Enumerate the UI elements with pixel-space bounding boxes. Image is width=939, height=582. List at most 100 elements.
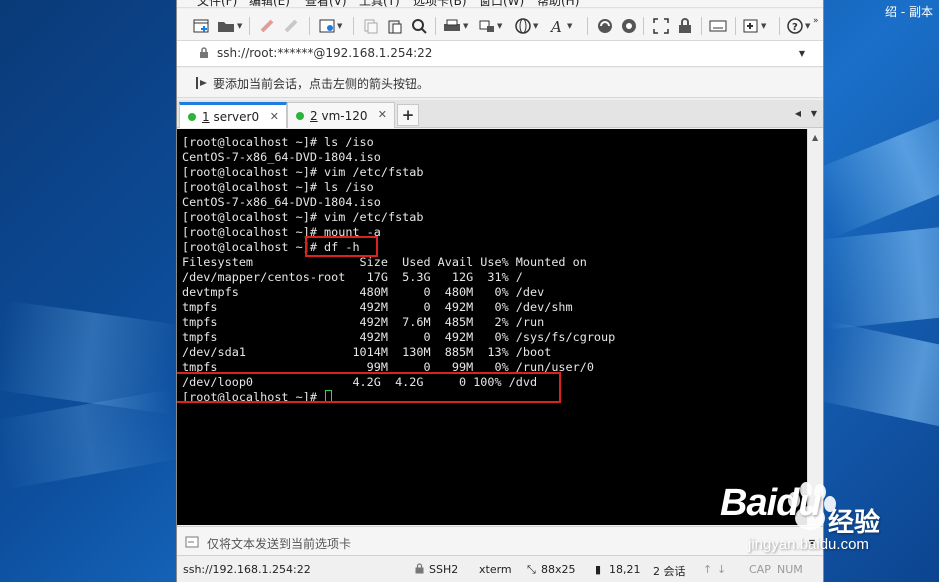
terminal-line: tmpfs 492M 0 492M 0% /sys/fs/cgroup	[182, 330, 616, 344]
desktop-light-ray	[806, 97, 939, 238]
toolbar: ▼ ▼ ▼ ▼ ▼ A ▼ ▼ ? ▼ »	[177, 9, 823, 41]
xftp-icon	[598, 19, 612, 33]
terminal-line: Filesystem Size Used Avail Use% Mounted …	[182, 255, 587, 269]
toolbar-separator	[435, 17, 436, 35]
terminal-line: devtmpfs 480M 0 480M 0% /dev	[182, 285, 545, 299]
copy-button[interactable]	[363, 16, 379, 36]
terminal-line: /dev/mapper/centos-root 17G 5.3G 12G 31%…	[182, 270, 523, 284]
status-dot-icon	[296, 111, 304, 120]
copy-icon	[364, 19, 378, 34]
tab-label: 1 server0	[202, 109, 260, 124]
menu-tabs[interactable]: 选项卡(B)	[413, 0, 467, 7]
paste-icon	[388, 20, 402, 34]
properties-button[interactable]: ▼	[319, 16, 342, 36]
tab-label: 2 vm-120	[310, 108, 368, 123]
printer-icon	[444, 19, 460, 31]
transfer-icon	[479, 20, 494, 32]
highlight-loop-device	[177, 372, 561, 403]
menu-file[interactable]: 文件(F)	[197, 0, 237, 7]
new-tab-button[interactable]: ▼	[743, 16, 766, 36]
menu-tools[interactable]: 工具(T)	[359, 0, 400, 7]
menu-help[interactable]: 帮助(H)	[537, 0, 579, 7]
status-num-lock: NUM	[777, 563, 803, 576]
svg-text:A: A	[549, 18, 562, 34]
disconnect-button[interactable]	[283, 16, 299, 36]
lock-icon	[679, 18, 691, 33]
terminal-line: tmpfs 492M 7.6M 485M 2% /run	[182, 315, 545, 329]
globe-icon	[515, 18, 531, 34]
lock-icon	[199, 47, 209, 62]
watermark-url: jingyan.baidu.com	[748, 536, 869, 553]
compose-input[interactable]: 仅将文本发送到当前选项卡	[207, 535, 351, 552]
status-bar: ssh://192.168.1.254:22 SSH2 xterm ⤡ 88x2…	[177, 557, 823, 582]
status-terminal-type: xterm	[479, 563, 512, 576]
keyboard-button[interactable]	[709, 16, 727, 36]
terminal-line: /dev/sda1 1014M 130M 885M 13% /boot	[182, 345, 552, 359]
hint-arrow-icon[interactable]	[195, 76, 209, 93]
paste-button[interactable]	[387, 16, 403, 36]
status-connection: ssh://192.168.1.254:22	[183, 563, 311, 576]
reconnect-button[interactable]	[259, 16, 275, 36]
address-input[interactable]: ssh://root:******@192.168.1.254:22	[217, 46, 432, 60]
close-icon[interactable]: ✕	[378, 108, 387, 121]
properties-icon	[319, 19, 335, 33]
fullscreen-button[interactable]	[653, 16, 669, 36]
status-sessions: 2 会话	[653, 565, 686, 578]
scroll-up-icon[interactable]: ▲	[812, 133, 818, 142]
terminal-line: [root@localhost ~]# vim /etc/fstab	[182, 165, 424, 179]
address-dropdown-icon[interactable]: ▼	[799, 49, 805, 58]
open-folder-button[interactable]: ▼	[217, 16, 242, 36]
unlink-icon	[284, 19, 298, 33]
web-button[interactable]: ▼	[515, 16, 538, 36]
status-lock-icon	[415, 563, 424, 577]
tab-vm-120[interactable]: 2 vm-120 ✕	[287, 102, 395, 128]
baidu-watermark: Baidu 经验 jingyan.baidu.com	[720, 480, 939, 560]
new-session-button[interactable]	[193, 16, 211, 36]
watermark-brand: Baidu	[720, 482, 822, 524]
status-size: 88x25	[541, 563, 576, 576]
svg-text:?: ?	[792, 22, 798, 33]
tab-scroll-left-icon[interactable]: ◀	[795, 109, 801, 118]
toolbar-separator	[701, 17, 702, 35]
toolbar-separator	[249, 17, 250, 35]
terminal-scrollbar[interactable]: ▲ ▼	[807, 129, 823, 525]
print-button[interactable]: ▼	[443, 16, 468, 36]
add-tab-button[interactable]: +	[397, 104, 419, 126]
menu-view[interactable]: 查看(V)	[305, 0, 347, 7]
download-arrow-icon: ↓	[717, 563, 727, 576]
tab-server0[interactable]: 1 server0 ✕	[179, 102, 287, 128]
session-tabs: 1 server0 ✕ 2 vm-120 ✕ + ◀ ▼	[177, 100, 823, 128]
toolbar-separator	[587, 17, 588, 35]
find-button[interactable]	[411, 16, 427, 36]
menu-bar: 文件(F) 编辑(E) 查看(V) 工具(T) 选项卡(B) 窗口(W) 帮助(…	[177, 0, 823, 8]
terminal-line: CentOS-7-x86_64-DVD-1804.iso	[182, 195, 381, 209]
desktop-window-title: 绍 - 副本	[885, 5, 933, 19]
xftp-button[interactable]	[597, 16, 613, 36]
tab-list-dropdown-icon[interactable]: ▼	[811, 109, 817, 118]
desktop-light-ray	[0, 389, 184, 490]
toolbar-overflow-icon[interactable]: »	[813, 11, 819, 31]
folder-icon	[218, 22, 234, 32]
xmanager-button[interactable]	[621, 16, 637, 36]
xmanager-icon	[622, 19, 636, 33]
toolbar-separator	[353, 17, 354, 35]
terminal-line: [root@localhost ~]# df -h	[182, 240, 360, 254]
hint-text: 要添加当前会话，点击左侧的箭头按钮。	[213, 77, 430, 91]
close-icon[interactable]: ✕	[270, 110, 279, 123]
transfer-button[interactable]: ▼	[479, 16, 502, 36]
menu-window[interactable]: 窗口(W)	[479, 0, 524, 7]
help-icon: ?	[787, 18, 803, 34]
font-icon: A	[549, 18, 562, 34]
status-size-icon: ⤡	[527, 563, 536, 576]
font-button[interactable]: A ▼	[549, 16, 572, 36]
add-tab-icon	[743, 19, 758, 33]
toolbar-separator	[643, 17, 644, 35]
status-cursor-position: 18,21	[609, 563, 641, 576]
help-button[interactable]: ? ▼	[787, 16, 810, 36]
compose-icon[interactable]	[185, 536, 199, 551]
address-bar[interactable]: ssh://root:******@192.168.1.254:22 ▼	[177, 41, 823, 67]
status-caps-lock: CAP	[749, 563, 771, 576]
lock-screen-button[interactable]	[677, 16, 693, 36]
menu-edit[interactable]: 编辑(E)	[249, 0, 290, 7]
terminal-output[interactable]: [root@localhost ~]# ls /iso CentOS-7-x86…	[177, 129, 809, 525]
